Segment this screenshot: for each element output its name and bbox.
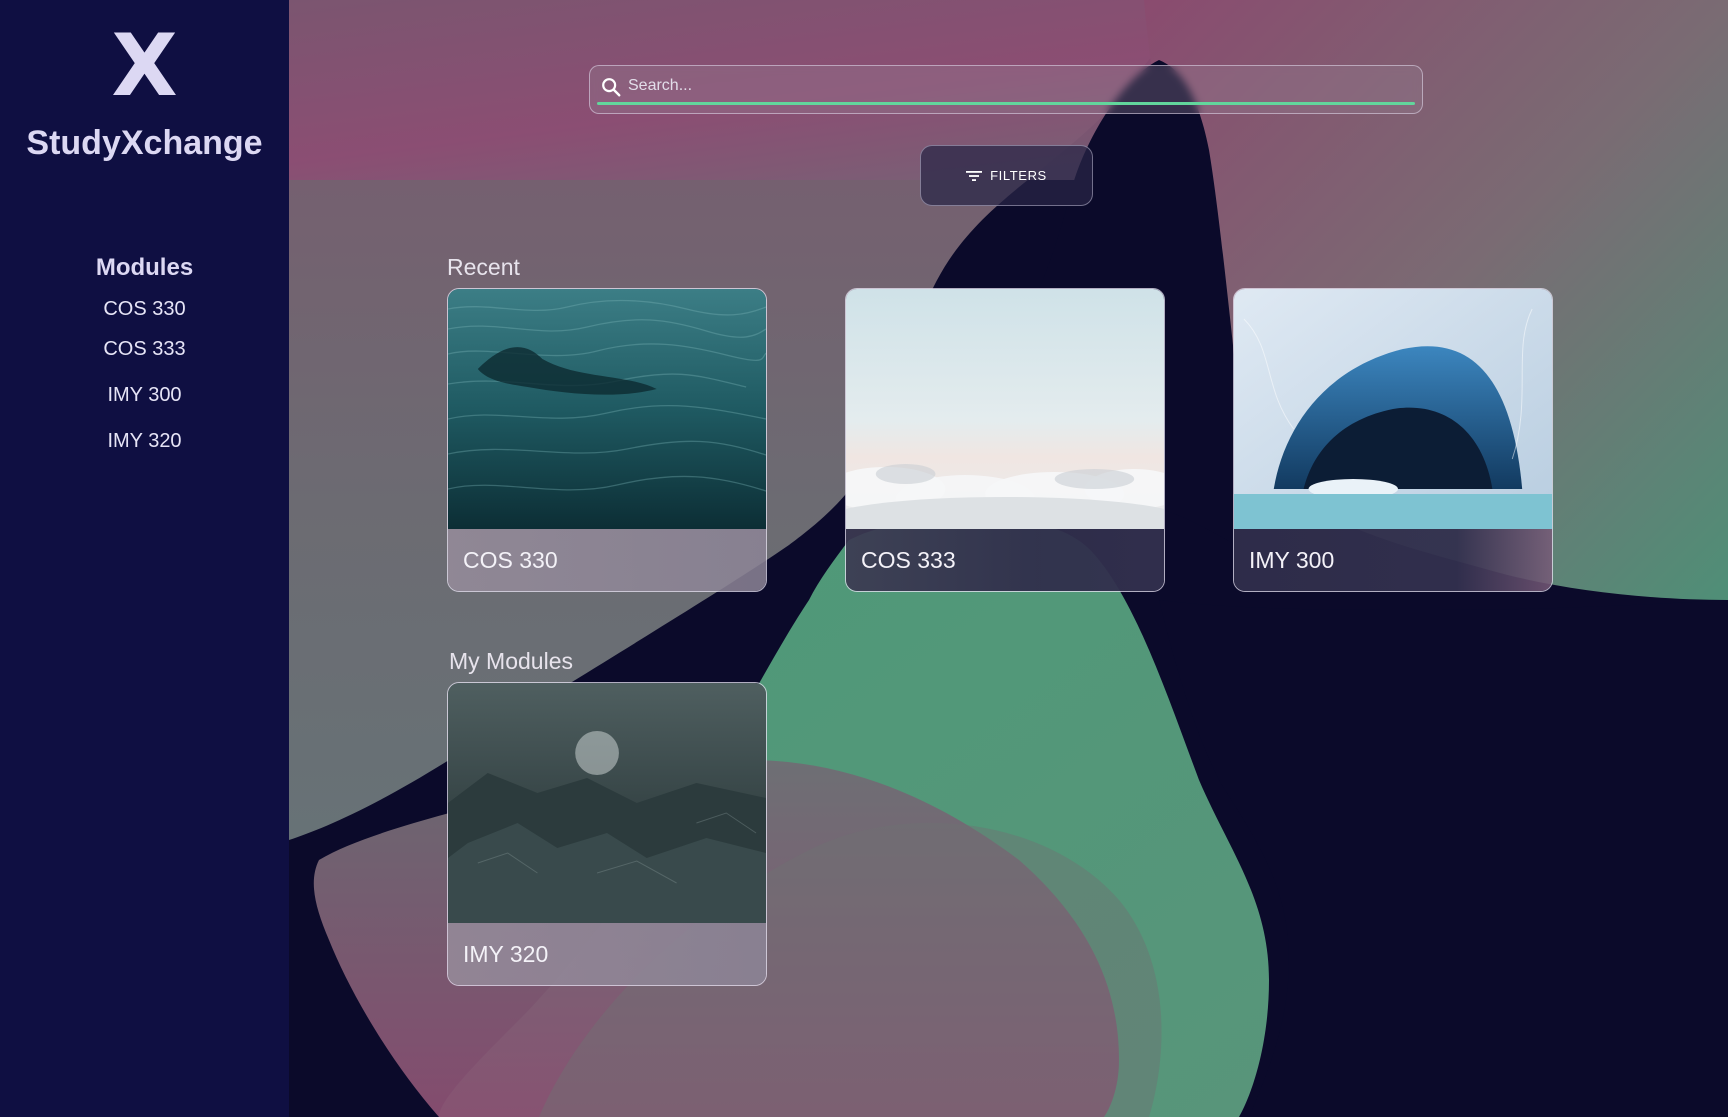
card-label: IMY 320: [463, 941, 549, 967]
card-footer: COS 333: [846, 529, 1164, 591]
sidebar: X StudyXchange Modules COS 330 COS 333 I…: [0, 0, 289, 1117]
card-footer: IMY 320: [448, 923, 766, 985]
filter-icon: [966, 170, 983, 181]
sidebar-item-cos-333[interactable]: COS 333: [0, 338, 289, 361]
search-icon: [602, 78, 621, 97]
sidebar-item-cos-330[interactable]: COS 330: [0, 298, 289, 321]
module-card-imy-300[interactable]: IMY 300: [1233, 288, 1553, 592]
main-content: FILTERS Recent: [289, 0, 1728, 1117]
card-label: COS 333: [861, 547, 956, 573]
sidebar-item-imy-300[interactable]: IMY 300: [0, 384, 289, 407]
filters-label: FILTERS: [990, 168, 1047, 183]
search-input[interactable]: [628, 74, 1388, 98]
search-bar[interactable]: [589, 65, 1423, 114]
module-card-cos-333[interactable]: COS 333: [845, 288, 1165, 592]
card-footer: COS 330: [448, 529, 766, 591]
dark-rocks-image: [448, 683, 766, 923]
module-card-imy-320[interactable]: IMY 320: [447, 682, 767, 986]
card-label: IMY 300: [1249, 547, 1335, 573]
logo-icon[interactable]: X: [0, 23, 289, 109]
app: X StudyXchange Modules COS 330 COS 333 I…: [0, 0, 1728, 1117]
card-label: COS 330: [463, 547, 558, 573]
app-name[interactable]: StudyXchange: [0, 124, 289, 163]
ice-cave-image: [1234, 289, 1552, 529]
sidebar-item-imy-320[interactable]: IMY 320: [0, 430, 289, 453]
sky-clouds-image: [846, 289, 1164, 529]
module-card-cos-330[interactable]: COS 330: [447, 288, 767, 592]
ocean-water-image: [448, 289, 766, 529]
sidebar-title: Modules: [95, 254, 194, 281]
section-title-recent: Recent: [447, 254, 520, 280]
filters-button[interactable]: FILTERS: [920, 145, 1093, 206]
card-footer: IMY 300: [1234, 529, 1552, 591]
section-title-my-modules: My Modules: [449, 648, 573, 674]
search-underline: [597, 102, 1415, 105]
